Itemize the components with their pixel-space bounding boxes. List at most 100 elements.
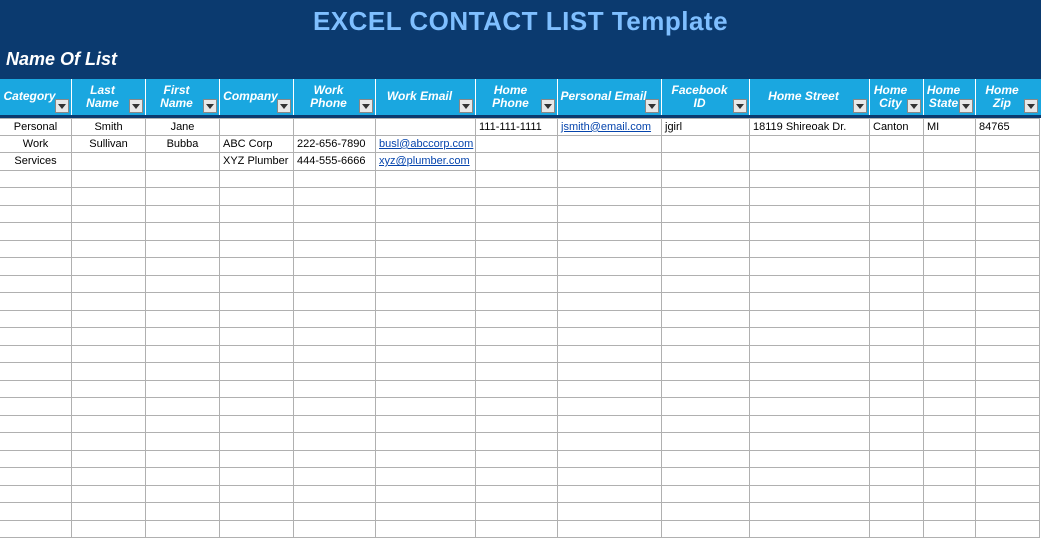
cell[interactable] — [662, 416, 750, 434]
cell[interactable] — [558, 503, 662, 521]
cell[interactable] — [476, 416, 558, 434]
cell[interactable] — [294, 503, 376, 521]
cell[interactable] — [558, 188, 662, 206]
cell[interactable] — [0, 328, 72, 346]
column-header[interactable]: Home Zip — [976, 79, 1040, 115]
cell[interactable] — [72, 241, 146, 259]
cell[interactable]: busl@abccorp.com — [376, 136, 476, 154]
cell[interactable] — [476, 241, 558, 259]
cell[interactable] — [870, 223, 924, 241]
cell[interactable] — [220, 276, 294, 294]
cell[interactable] — [376, 416, 476, 434]
cell[interactable] — [750, 311, 870, 329]
cell[interactable] — [0, 258, 72, 276]
cell[interactable] — [976, 153, 1040, 171]
cell[interactable] — [146, 311, 220, 329]
cell[interactable] — [750, 486, 870, 504]
cell[interactable] — [146, 416, 220, 434]
cell[interactable] — [924, 241, 976, 259]
cell[interactable] — [220, 206, 294, 224]
cell[interactable] — [750, 241, 870, 259]
cell[interactable] — [376, 468, 476, 486]
cell[interactable] — [924, 346, 976, 364]
cell[interactable] — [476, 363, 558, 381]
filter-dropdown-icon[interactable] — [359, 99, 373, 113]
cell[interactable] — [976, 171, 1040, 189]
cell[interactable] — [376, 398, 476, 416]
cell[interactable] — [294, 398, 376, 416]
cell[interactable] — [220, 433, 294, 451]
cell[interactable] — [662, 188, 750, 206]
cell[interactable] — [72, 363, 146, 381]
cell[interactable] — [976, 416, 1040, 434]
cell[interactable] — [558, 171, 662, 189]
cell[interactable] — [72, 381, 146, 399]
cell[interactable] — [146, 241, 220, 259]
cell[interactable] — [294, 346, 376, 364]
cell[interactable] — [476, 188, 558, 206]
cell[interactable] — [870, 188, 924, 206]
cell[interactable] — [924, 153, 976, 171]
filter-dropdown-icon[interactable] — [277, 99, 291, 113]
cell[interactable] — [376, 346, 476, 364]
cell[interactable] — [220, 521, 294, 538]
cell[interactable] — [750, 206, 870, 224]
cell[interactable] — [662, 311, 750, 329]
cell[interactable] — [146, 346, 220, 364]
cell[interactable] — [558, 153, 662, 171]
filter-dropdown-icon[interactable] — [853, 99, 867, 113]
cell[interactable]: Personal — [0, 118, 72, 136]
cell[interactable] — [0, 468, 72, 486]
cell[interactable] — [870, 171, 924, 189]
cell[interactable] — [924, 328, 976, 346]
cell[interactable] — [220, 293, 294, 311]
cell[interactable] — [870, 486, 924, 504]
column-header[interactable]: Personal Email — [558, 79, 662, 115]
cell[interactable] — [146, 521, 220, 538]
cell[interactable]: Sullivan — [72, 136, 146, 154]
cell[interactable] — [476, 136, 558, 154]
cell[interactable] — [294, 171, 376, 189]
cell[interactable] — [72, 276, 146, 294]
cell[interactable] — [72, 188, 146, 206]
filter-dropdown-icon[interactable] — [459, 99, 473, 113]
cell[interactable] — [870, 136, 924, 154]
cell[interactable] — [976, 241, 1040, 259]
cell[interactable]: 18119 Shireoak Dr. — [750, 118, 870, 136]
column-header[interactable]: Company — [220, 79, 294, 115]
cell[interactable] — [72, 258, 146, 276]
cell[interactable] — [924, 451, 976, 469]
cell[interactable]: Work — [0, 136, 72, 154]
cell[interactable] — [294, 486, 376, 504]
cell[interactable] — [146, 451, 220, 469]
cell[interactable] — [476, 486, 558, 504]
cell[interactable] — [376, 451, 476, 469]
cell[interactable] — [662, 468, 750, 486]
cell[interactable] — [662, 398, 750, 416]
cell[interactable] — [376, 118, 476, 136]
cell[interactable] — [220, 346, 294, 364]
column-header[interactable]: Home State — [924, 79, 976, 115]
cell[interactable] — [662, 433, 750, 451]
filter-dropdown-icon[interactable] — [55, 99, 69, 113]
cell[interactable] — [976, 398, 1040, 416]
cell[interactable] — [558, 381, 662, 399]
cell[interactable] — [924, 416, 976, 434]
cell[interactable] — [220, 468, 294, 486]
cell[interactable] — [476, 153, 558, 171]
cell[interactable] — [294, 223, 376, 241]
filter-dropdown-icon[interactable] — [907, 99, 921, 113]
column-header[interactable]: Home City — [870, 79, 924, 115]
cell[interactable] — [558, 136, 662, 154]
cell[interactable] — [924, 363, 976, 381]
cell[interactable] — [750, 381, 870, 399]
cell[interactable] — [476, 346, 558, 364]
cell[interactable]: 444-555-6666 — [294, 153, 376, 171]
cell[interactable] — [750, 346, 870, 364]
cell[interactable] — [662, 223, 750, 241]
cell[interactable] — [976, 381, 1040, 399]
cell[interactable] — [662, 363, 750, 381]
cell[interactable] — [476, 451, 558, 469]
cell[interactable] — [220, 451, 294, 469]
cell[interactable] — [376, 381, 476, 399]
